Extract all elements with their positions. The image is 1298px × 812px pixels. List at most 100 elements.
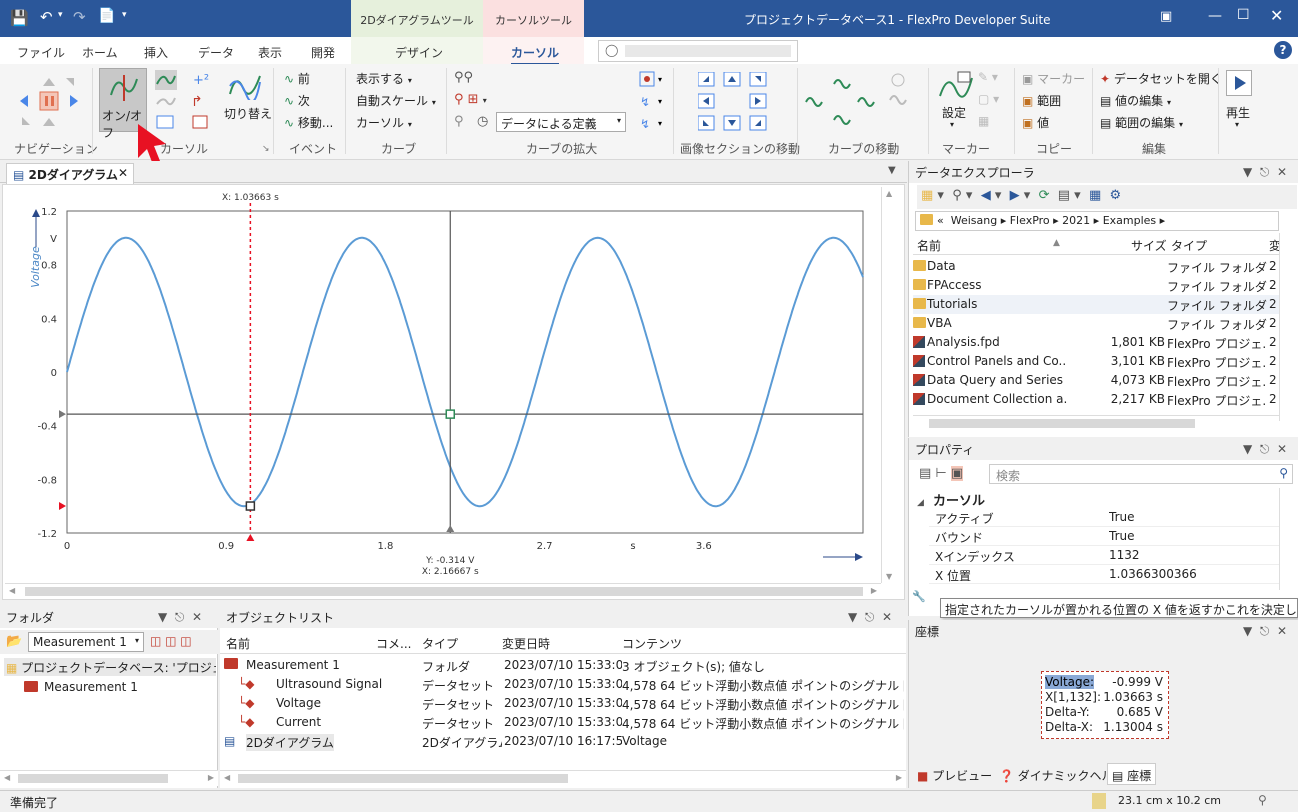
zoom-in-icon[interactable]: ⚲⚲: [454, 70, 473, 85]
property-value[interactable]: 1132: [1109, 548, 1140, 562]
object-row[interactable]: └◆ Voltage データセット 2023/07/10 15:33:05 4,578 …: [220, 694, 906, 713]
switch-icon[interactable]: [228, 70, 264, 100]
curve-move-icons[interactable]: [804, 70, 880, 134]
explorer-row[interactable]: Tutorialsファイル フォルダー2: [913, 295, 1281, 314]
folder-scrollbar[interactable]: ◀ ▶: [0, 770, 218, 786]
tab-home[interactable]: ホーム: [82, 44, 118, 61]
copy-marker-button[interactable]: ▣ マーカー: [1022, 70, 1085, 87]
cursor2-marker[interactable]: [445, 409, 456, 419]
customize-qat-icon[interactable]: ▾: [122, 10, 127, 20]
refresh-icon[interactable]: ⟳: [1039, 188, 1050, 203]
tab-develop[interactable]: 開発: [311, 44, 335, 61]
scroll-thumb[interactable]: [25, 587, 863, 596]
chart-vertical-scrollbar[interactable]: ▲ ▼: [881, 187, 897, 583]
curve-autoscale-button[interactable]: 自動スケール ▾: [356, 92, 436, 109]
minimize-button[interactable]: —: [1208, 8, 1222, 24]
column-comment[interactable]: コメ...: [376, 635, 411, 652]
folder-select[interactable]: Measurement 1 ▾: [28, 632, 144, 652]
panel-buttons[interactable]: ▼ ⎋ ✕: [158, 610, 202, 625]
folder-action-icons[interactable]: ◫ ◫ ◫: [150, 634, 192, 648]
property-search-input[interactable]: 検索 ⚲: [989, 464, 1293, 484]
tab-preview[interactable]: ■ プレビュー: [917, 767, 992, 784]
explorer-row[interactable]: VBAファイル フォルダー2: [913, 314, 1281, 333]
chart-horizontal-scrollbar[interactable]: ◀ ▶: [5, 583, 881, 599]
panel-buttons[interactable]: ▼ ⎋ ✕: [1243, 442, 1287, 457]
scroll-left-icon[interactable]: ◀: [224, 773, 230, 782]
zoom-area-icon[interactable]: ⚲ ⊞ ▾: [454, 92, 487, 107]
search-icon[interactable]: ⚲: [952, 188, 962, 203]
tab-2d-diagram[interactable]: ▤ 2Dダイアグラム ✕: [6, 163, 134, 184]
column-size[interactable]: サイズ: [1131, 237, 1167, 254]
grid-icon[interactable]: ▦: [1089, 188, 1101, 203]
dialog-launcher-icon[interactable]: ↘: [262, 144, 270, 154]
property-row[interactable]: アクティブ True: [929, 508, 1279, 527]
explorer-horizontal-scrollbar[interactable]: [913, 415, 1279, 431]
tab-file[interactable]: ファイル: [17, 44, 65, 61]
play-button[interactable]: [1226, 70, 1252, 96]
scroll-left-icon[interactable]: ◀: [9, 586, 15, 595]
column-name[interactable]: 名前: [917, 237, 941, 254]
copy-range-button[interactable]: ▣ 範囲: [1022, 92, 1061, 109]
breadcrumb[interactable]: « Weisang ▸ FlexPro ▸ 2021 ▸ Examples ▸: [915, 211, 1279, 231]
play-label[interactable]: 再生: [1226, 104, 1250, 121]
curve-cursor-button[interactable]: カーソル ▾: [356, 114, 412, 131]
edit-range-button[interactable]: ▤ 範囲の編集 ▾: [1100, 114, 1183, 131]
undo-dropdown-icon[interactable]: ▾: [58, 10, 63, 20]
scroll-right-icon[interactable]: ▶: [871, 586, 877, 595]
explorer-row[interactable]: FPAccessファイル フォルダー2: [913, 276, 1281, 295]
explorer-toolbar[interactable]: ▦ ▾ ⚲ ▾ ◀ ▾ ▶ ▾ ⟳ ▤ ▾ ▦ ⚙: [917, 185, 1297, 209]
tab-coordinates[interactable]: ▤ 座標: [1107, 763, 1157, 785]
property-toolbar-icons[interactable]: ▤ ⊢ ▣: [919, 466, 964, 481]
explorer-row[interactable]: Document Collection a... 2,217 KB FlexPro …: [913, 390, 1281, 409]
help-icon[interactable]: ?: [1274, 41, 1292, 59]
search-icon[interactable]: ⚲: [1279, 466, 1288, 480]
view-icon[interactable]: ▤: [1058, 188, 1070, 203]
column-type[interactable]: タイプ: [422, 635, 458, 652]
back-icon[interactable]: ◀: [981, 188, 991, 203]
column-name[interactable]: 名前: [226, 635, 250, 652]
notification-icon[interactable]: ⚲: [1258, 793, 1267, 807]
breadcrumb-item[interactable]: 2021: [1062, 214, 1090, 227]
explorer-row[interactable]: Dataファイル フォルダー2: [913, 257, 1281, 276]
voltage-chart[interactable]: 1.2 V 0.8 0.4 0 -0.4 -0.8 -1.2 Voltage 0 0.9 1.8 2.…: [3, 185, 906, 601]
undo-icon[interactable]: ↶: [40, 8, 53, 26]
column-contents[interactable]: コンテンツ: [622, 635, 682, 652]
zoom-out-icon[interactable]: ⚲: [454, 114, 464, 129]
scroll-left-icon[interactable]: ◀: [4, 773, 10, 782]
explorer-row[interactable]: Control Panels and Co... 3,101 KB FlexPro …: [913, 352, 1281, 371]
property-value[interactable]: True: [1109, 510, 1135, 524]
event-prev-button[interactable]: ∿ 前: [284, 70, 310, 87]
object-list-scrollbar[interactable]: ◀ ▶: [220, 770, 906, 786]
navigation-arrows[interactable]: [14, 70, 84, 134]
close-icon[interactable]: ✕: [118, 166, 128, 180]
tree-item-database[interactable]: ▦ プロジェクトデータベース: 'プロジェクトデータ: [4, 658, 216, 676]
tab-insert[interactable]: 挿入: [144, 44, 168, 61]
ribbon-display-icon[interactable]: ▣: [1160, 9, 1172, 24]
property-value[interactable]: 1.0366300366: [1109, 567, 1197, 581]
object-row[interactable]: └◆ Ultrasound Signal データセット 2023/07/10 15:3…: [220, 675, 906, 694]
gear-icon[interactable]: ⚙: [1110, 188, 1122, 203]
tree-item-measurement[interactable]: Measurement 1: [22, 679, 212, 697]
tab-view[interactable]: 表示: [258, 44, 282, 61]
copy-value-button[interactable]: ▣ 値: [1022, 114, 1049, 131]
curve-show-button[interactable]: 表示する ▾: [356, 70, 412, 87]
tell-me-search[interactable]: ◯: [598, 40, 798, 62]
panel-buttons[interactable]: ▼ ⎋ ✕: [1243, 624, 1287, 639]
tab-cursor[interactable]: カーソル: [511, 44, 560, 66]
object-row[interactable]: ▤ 2Dダイアグラム 2Dダイアグラム 2023/07/10 16:17:57 Volt…: [220, 732, 906, 751]
property-value[interactable]: True: [1109, 529, 1135, 543]
voltage-curve[interactable]: [66, 236, 864, 508]
edit-value-button[interactable]: ▤ 値の編集 ▾: [1100, 92, 1171, 109]
collapse-icon[interactable]: ◢: [917, 498, 924, 508]
forward-icon[interactable]: ▶: [1010, 188, 1020, 203]
event-next-button[interactable]: ∿ 次: [284, 92, 310, 109]
scroll-down-icon[interactable]: ▼: [886, 572, 892, 581]
folder-up-icon[interactable]: 📂: [6, 634, 22, 649]
property-row[interactable]: バウンド True: [929, 527, 1279, 546]
chevron-down-icon[interactable]: ▾: [950, 120, 954, 129]
redo-icon[interactable]: ↷: [73, 8, 86, 26]
database-icon[interactable]: ▦: [921, 188, 933, 203]
object-row[interactable]: └◆ Current データセット 2023/07/10 15:33:05 4,578 …: [220, 713, 906, 732]
explorer-row[interactable]: Data Query and Series ... 4,073 KB FlexPro…: [913, 371, 1281, 390]
panel-buttons[interactable]: ▼ ⎋ ✕: [848, 610, 892, 625]
